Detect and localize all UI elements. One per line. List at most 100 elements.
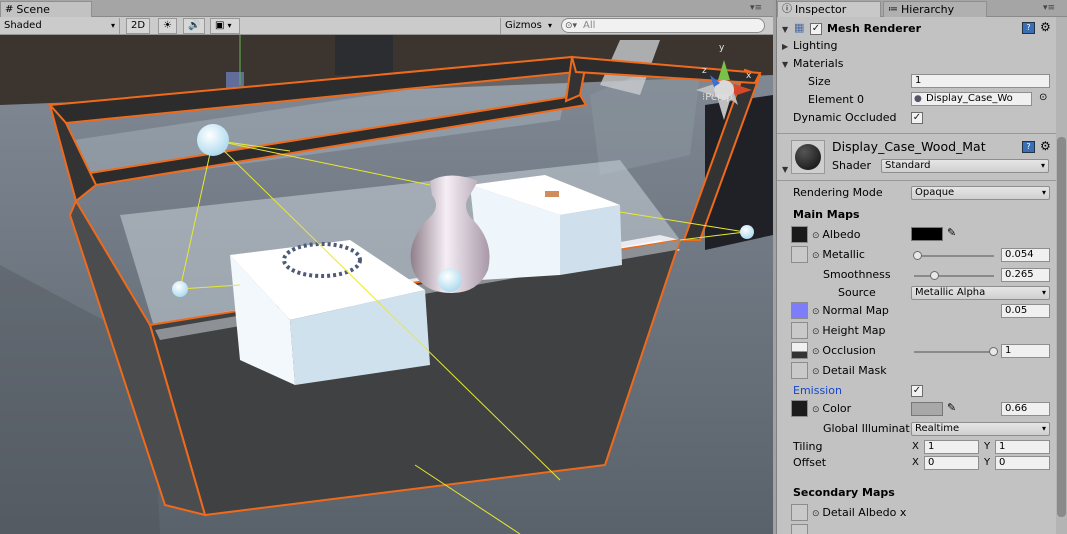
lighting-foldout-icon[interactable]: ▶ xyxy=(782,42,788,51)
normal-map-label: ⊙ Normal Map xyxy=(812,304,889,317)
image-icon: ▣ xyxy=(215,19,225,31)
emission-checkbox[interactable]: ✓ xyxy=(911,385,923,397)
lighting-toggle-button[interactable]: ☀ xyxy=(158,17,177,34)
sun-icon: ☀ xyxy=(163,19,172,31)
search-icon: ⊙▾ xyxy=(565,21,578,31)
size-label: Size xyxy=(808,75,831,88)
shading-mode-label: Shaded xyxy=(4,19,42,31)
smoothness-label: Smoothness xyxy=(823,268,891,281)
help-book-icon[interactable]: ? xyxy=(1022,141,1035,153)
secondary-maps-label: Secondary Maps xyxy=(793,486,895,499)
albedo-label-text: Albedo xyxy=(822,228,861,241)
gi-value: Realtime xyxy=(915,423,960,434)
occlusion-value-field[interactable]: 1 xyxy=(1001,344,1050,358)
tab-menu-icon[interactable]: ▾≡ xyxy=(750,2,762,14)
inspector-panel[interactable]: ⓘ Inspector ≔ Hierarchy ▾≡ ▼ ▦ ✓ Mesh Re… xyxy=(776,0,1067,534)
tab-inspector[interactable]: ⓘ Inspector xyxy=(777,1,881,17)
tab-hierarchy-label: Hierarchy xyxy=(901,2,955,16)
effects-dropdown[interactable]: ▣ ▾ xyxy=(210,17,240,34)
height-map-label: ⊙ Height Map xyxy=(812,324,885,337)
inspector-tabbar: ⓘ Inspector ≔ Hierarchy ▾≡ xyxy=(777,0,1067,17)
tiling-x-field[interactable]: 1 xyxy=(924,440,979,454)
normal-map-value-field[interactable]: 0.05 xyxy=(1001,304,1050,318)
emission-texture-slot[interactable] xyxy=(791,400,808,417)
scrollbar-thumb[interactable] xyxy=(1057,137,1066,517)
normal-map-texture-slot[interactable] xyxy=(791,302,808,319)
persp-label[interactable]: ⁝Persp xyxy=(702,92,733,103)
rendering-mode-label: Rendering Mode xyxy=(793,186,883,199)
element0-field[interactable]: ● Display_Case_Wo xyxy=(911,92,1032,106)
detail-albedo-texture-slot[interactable] xyxy=(791,504,808,521)
emission-label: Emission xyxy=(793,384,842,397)
rendering-mode-value: Opaque xyxy=(915,187,955,198)
smoothness-slider-thumb[interactable] xyxy=(930,271,940,280)
materials-foldout-icon[interactable]: ▼ xyxy=(782,60,788,69)
texture-picker-icon: ⊙ xyxy=(812,509,823,519)
tiling-y-axis-label: Y xyxy=(984,441,991,452)
metallic-slider-track[interactable] xyxy=(914,255,994,257)
occlusion-texture-slot[interactable] xyxy=(791,342,808,359)
light-bulb-2[interactable] xyxy=(172,281,188,297)
object-picker-icon[interactable]: ⊙ xyxy=(1039,92,1047,103)
emission-value-field[interactable]: 0.66 xyxy=(1001,402,1050,416)
chevron-down-icon: ▾ xyxy=(547,20,552,30)
tab-menu-icon[interactable]: ▾≡ xyxy=(1043,2,1055,14)
global-illumination-dropdown[interactable]: Realtime ▾ xyxy=(911,422,1050,436)
source-dropdown[interactable]: Metallic Alpha ▾ xyxy=(911,286,1050,300)
foldout-triangle-icon[interactable]: ▼ xyxy=(782,25,788,34)
scene-panel[interactable]: # Scene ▾≡ Shaded ▾ 2D ☀ 🔊 ▣ ▾ Gizmos ▾ … xyxy=(0,0,773,534)
texture-picker-icon: ⊙ xyxy=(812,347,823,357)
gizmos-dropdown[interactable]: Gizmos ▾ xyxy=(500,17,556,34)
lighting-label[interactable]: Lighting xyxy=(793,39,837,52)
albedo-color-swatch[interactable] xyxy=(911,227,943,241)
info-icon: ⓘ xyxy=(782,3,792,15)
height-map-texture-slot[interactable] xyxy=(791,322,808,339)
mesh-renderer-enabled-checkbox[interactable]: ✓ xyxy=(810,23,822,35)
tab-scene[interactable]: # Scene xyxy=(0,1,92,17)
offset-x-field[interactable]: 0 xyxy=(924,456,979,470)
scene-viewport[interactable]: y z x xyxy=(0,35,773,534)
offset-y-field[interactable]: 0 xyxy=(995,456,1050,470)
eyedropper-icon[interactable]: ✎ xyxy=(947,401,956,414)
shader-dropdown[interactable]: Standard ▾ xyxy=(881,159,1049,173)
texture-picker-icon: ⊙ xyxy=(812,231,823,241)
occlusion-slider-thumb[interactable] xyxy=(989,347,998,356)
scene-search-input[interactable]: ⊙▾ All xyxy=(561,18,765,33)
gear-icon[interactable]: ⚙ xyxy=(1040,139,1051,153)
source-label: Source xyxy=(838,286,876,299)
audio-toggle-button[interactable]: 🔊 xyxy=(183,17,206,34)
light-bulb-4[interactable] xyxy=(740,225,754,239)
global-illumination-label: Global Illuminat xyxy=(823,422,910,435)
metallic-label-text: Metallic xyxy=(822,248,865,261)
materials-label[interactable]: Materials xyxy=(793,57,843,70)
albedo-texture-slot[interactable] xyxy=(791,226,808,243)
help-book-icon[interactable]: ? xyxy=(1022,22,1035,34)
emission-color-swatch[interactable] xyxy=(911,402,943,416)
inspector-scrollbar[interactable] xyxy=(1056,17,1067,534)
texture-picker-icon: ⊙ xyxy=(812,367,823,377)
size-field[interactable]: 1 xyxy=(911,74,1050,88)
dynamic-occluded-checkbox[interactable]: ✓ xyxy=(911,112,923,124)
detail-mask-texture-slot[interactable] xyxy=(791,362,808,379)
metallic-label: ⊙ Metallic xyxy=(812,248,865,261)
light-bulb-3[interactable] xyxy=(438,268,462,292)
grid-icon: # xyxy=(5,3,14,15)
toggle-2d-button[interactable]: 2D xyxy=(126,17,151,34)
shading-mode-dropdown[interactable]: Shaded ▾ xyxy=(0,17,120,34)
metallic-texture-slot[interactable] xyxy=(791,246,808,263)
gear-icon[interactable]: ⚙ xyxy=(1040,20,1051,34)
light-bulb-1[interactable] xyxy=(197,124,229,156)
rendering-mode-dropdown[interactable]: Opaque ▾ xyxy=(911,186,1050,200)
occlusion-slider-track[interactable] xyxy=(914,351,994,353)
smoothness-slider-track[interactable] xyxy=(914,275,994,277)
material-foldout-icon[interactable]: ▼ xyxy=(782,165,788,174)
smoothness-value-field[interactable]: 0.265 xyxy=(1001,268,1050,282)
detail-normal-texture-slot[interactable] xyxy=(791,524,808,534)
scene-tabbar: # Scene ▾≡ xyxy=(0,0,773,17)
offset-label: Offset xyxy=(793,456,827,469)
tiling-y-field[interactable]: 1 xyxy=(995,440,1050,454)
eyedropper-icon[interactable]: ✎ xyxy=(947,226,956,239)
metallic-slider-thumb[interactable] xyxy=(913,251,923,260)
metallic-value-field[interactable]: 0.054 xyxy=(1001,248,1050,262)
tab-hierarchy[interactable]: ≔ Hierarchy xyxy=(883,1,987,17)
